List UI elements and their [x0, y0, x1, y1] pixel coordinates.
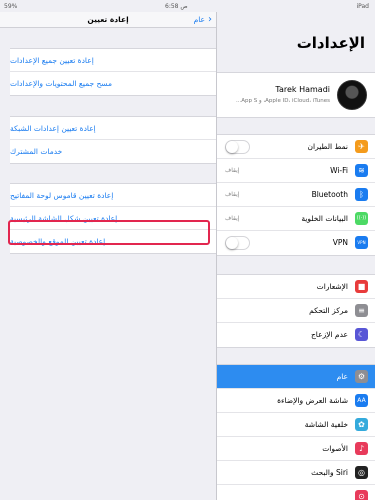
connectivity-group: ✈ نمط الطيران ≋ Wi-Fi إيقاف ᛒ Bluetooth … [217, 134, 375, 256]
touch-id-row[interactable]: ⊙ [217, 485, 375, 500]
cellular-row[interactable]: ((·)) البيانات الخلوية إيقاف [217, 207, 375, 231]
control-center-label: مركز التحكم [309, 306, 348, 315]
bluetooth-row[interactable]: ᛒ Bluetooth إيقاف [217, 183, 375, 207]
control-center-row[interactable]: ≡ مركز التحكم [217, 299, 375, 323]
do-not-disturb-row[interactable]: ☾ عدم الإزعاج [217, 323, 375, 347]
wifi-icon: ≋ [355, 164, 368, 177]
display-label: شاشة العرض والإضاءة [277, 396, 348, 405]
wallpaper-icon: ✿ [355, 418, 368, 431]
display-icon: AA [355, 394, 368, 407]
system-group: ■ الإشعارات ≡ مركز التحكم ☾ عدم الإزعاج [217, 274, 375, 348]
notifications-row[interactable]: ■ الإشعارات [217, 275, 375, 299]
cellular-icon: ((·)) [355, 212, 368, 225]
sounds-label: الأصوات [322, 444, 348, 453]
settings-title: الإعدادات [296, 34, 365, 52]
wifi-row[interactable]: ≋ Wi-Fi إيقاف [217, 159, 375, 183]
profile-subtitle: Apple ID، iCloud، iTunes، و App S... [236, 98, 330, 104]
avatar [337, 80, 367, 110]
sounds-icon: ♪ [355, 442, 368, 455]
back-button[interactable]: عام › [194, 14, 212, 25]
vpn-label: VPN [332, 238, 348, 247]
general-row[interactable]: ⚙ عام [217, 365, 375, 389]
reset-keyboard-dictionary[interactable]: إعادة تعيين قاموس لوحة المفاتيح [10, 184, 216, 207]
control-center-icon: ≡ [355, 304, 368, 317]
vpn-row[interactable]: VPN VPN [217, 231, 375, 255]
chevron-right-icon: › [208, 14, 212, 25]
cellular-label: البيانات الخلوية [301, 214, 348, 223]
profile-name: Tarek Hamadi [275, 85, 330, 94]
siri-label: Siri والبحث [311, 468, 348, 477]
device-label: iPad [356, 3, 369, 10]
reset-group-1: إعادة تعيين جميع الإعدادات مسح جميع المح… [10, 48, 216, 96]
airplane-icon: ✈ [355, 140, 368, 153]
gear-icon: ⚙ [355, 370, 368, 383]
vpn-icon: VPN [355, 236, 368, 249]
settings-master-pane: الإعدادات Tarek Hamadi Apple ID، iCloud،… [217, 12, 375, 500]
general-label: عام [336, 372, 348, 381]
battery-status: 59% [4, 3, 18, 10]
reset-network-settings[interactable]: إعادة تعيين إعدادات الشبكة [10, 117, 216, 140]
erase-all-content[interactable]: مسح جميع المحتويات والإعدادات [10, 72, 216, 95]
detail-nav-bar: إعادة تعيين عام › [0, 12, 216, 28]
airplane-toggle[interactable] [225, 140, 250, 154]
clock: 6:58 ص [165, 3, 188, 10]
bluetooth-value: إيقاف [225, 191, 240, 198]
status-bar: 59% 6:58 ص iPad [0, 0, 375, 12]
wifi-value: إيقاف [225, 167, 240, 174]
vpn-toggle[interactable] [225, 236, 250, 250]
sounds-row[interactable]: ♪ الأصوات [217, 437, 375, 461]
cellular-value: إيقاف [225, 215, 240, 222]
page-title: إعادة تعيين [87, 15, 129, 24]
wallpaper-row[interactable]: ✿ خلفية الشاشة [217, 413, 375, 437]
notifications-icon: ■ [355, 280, 368, 293]
subscriber-services[interactable]: خدمات المشترك [10, 140, 216, 163]
reset-detail-pane: إعادة تعيين عام › إعادة تعيين جميع الإعد… [0, 12, 216, 500]
wallpaper-label: خلفية الشاشة [304, 420, 348, 429]
siri-search-row[interactable]: ◎ Siri والبحث [217, 461, 375, 485]
highlight-box [8, 220, 210, 245]
general-group: ⚙ عام AA شاشة العرض والإضاءة ✿ خلفية الش… [217, 364, 375, 500]
do-not-disturb-icon: ☾ [355, 328, 368, 341]
wifi-label: Wi-Fi [330, 166, 348, 175]
bluetooth-icon: ᛒ [355, 188, 368, 201]
airplane-label: نمط الطيران [307, 142, 348, 151]
display-brightness-row[interactable]: AA شاشة العرض والإضاءة [217, 389, 375, 413]
apple-id-profile[interactable]: Tarek Hamadi Apple ID، iCloud، iTunes، و… [217, 72, 375, 118]
back-label: عام [193, 15, 205, 24]
reset-all-settings[interactable]: إعادة تعيين جميع الإعدادات [10, 49, 216, 72]
notifications-label: الإشعارات [316, 282, 348, 291]
siri-icon: ◎ [355, 466, 368, 479]
airplane-mode-row[interactable]: ✈ نمط الطيران [217, 135, 375, 159]
reset-group-2: إعادة تعيين إعدادات الشبكة خدمات المشترك [10, 116, 216, 164]
bluetooth-label: Bluetooth [311, 190, 348, 199]
touch-id-icon: ⊙ [355, 490, 368, 500]
do-not-disturb-label: عدم الإزعاج [310, 330, 348, 339]
